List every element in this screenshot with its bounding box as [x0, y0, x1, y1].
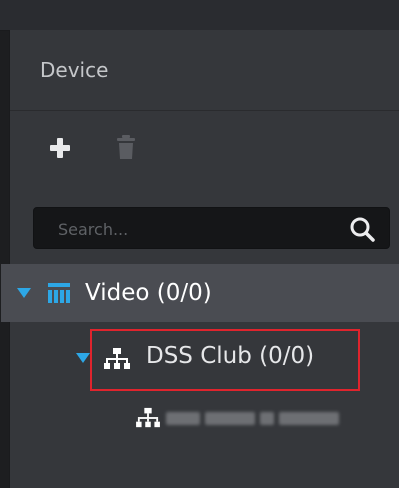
top-strip: [0, 0, 399, 31]
expand-toggle-icon[interactable]: [76, 353, 90, 363]
panel-title: Device: [40, 58, 109, 82]
device-panel: Device Search... Video (0/0) DSS Club (0…: [1, 30, 399, 488]
add-device-button[interactable]: [48, 136, 72, 160]
plus-icon: [50, 138, 70, 158]
delete-device-button[interactable]: [115, 134, 137, 160]
search-input[interactable]: [58, 217, 328, 241]
device-toolbar: [10, 110, 399, 185]
expand-toggle-icon[interactable]: [17, 288, 31, 298]
search-icon[interactable]: [349, 216, 375, 242]
tree-node-label: Video (0/0): [85, 280, 212, 306]
network-node-icon: [104, 348, 130, 369]
trash-icon: [117, 135, 135, 159]
tree-node-label: DSS Club (0/0): [146, 343, 315, 369]
device-window: Device Search... Video (0/0) DSS Club (0…: [0, 0, 399, 488]
tree-node-video[interactable]: Video (0/0): [1, 264, 399, 322]
obscured-device-name: [166, 410, 339, 426]
panel-header: Device: [10, 30, 399, 111]
tree-node-child-device[interactable]: [136, 397, 376, 439]
search-box: [33, 207, 390, 249]
tree-node-dss-club[interactable]: DSS Club (0/0): [76, 329, 360, 391]
device-group-icon: [48, 283, 70, 303]
network-node-icon: [136, 407, 160, 428]
